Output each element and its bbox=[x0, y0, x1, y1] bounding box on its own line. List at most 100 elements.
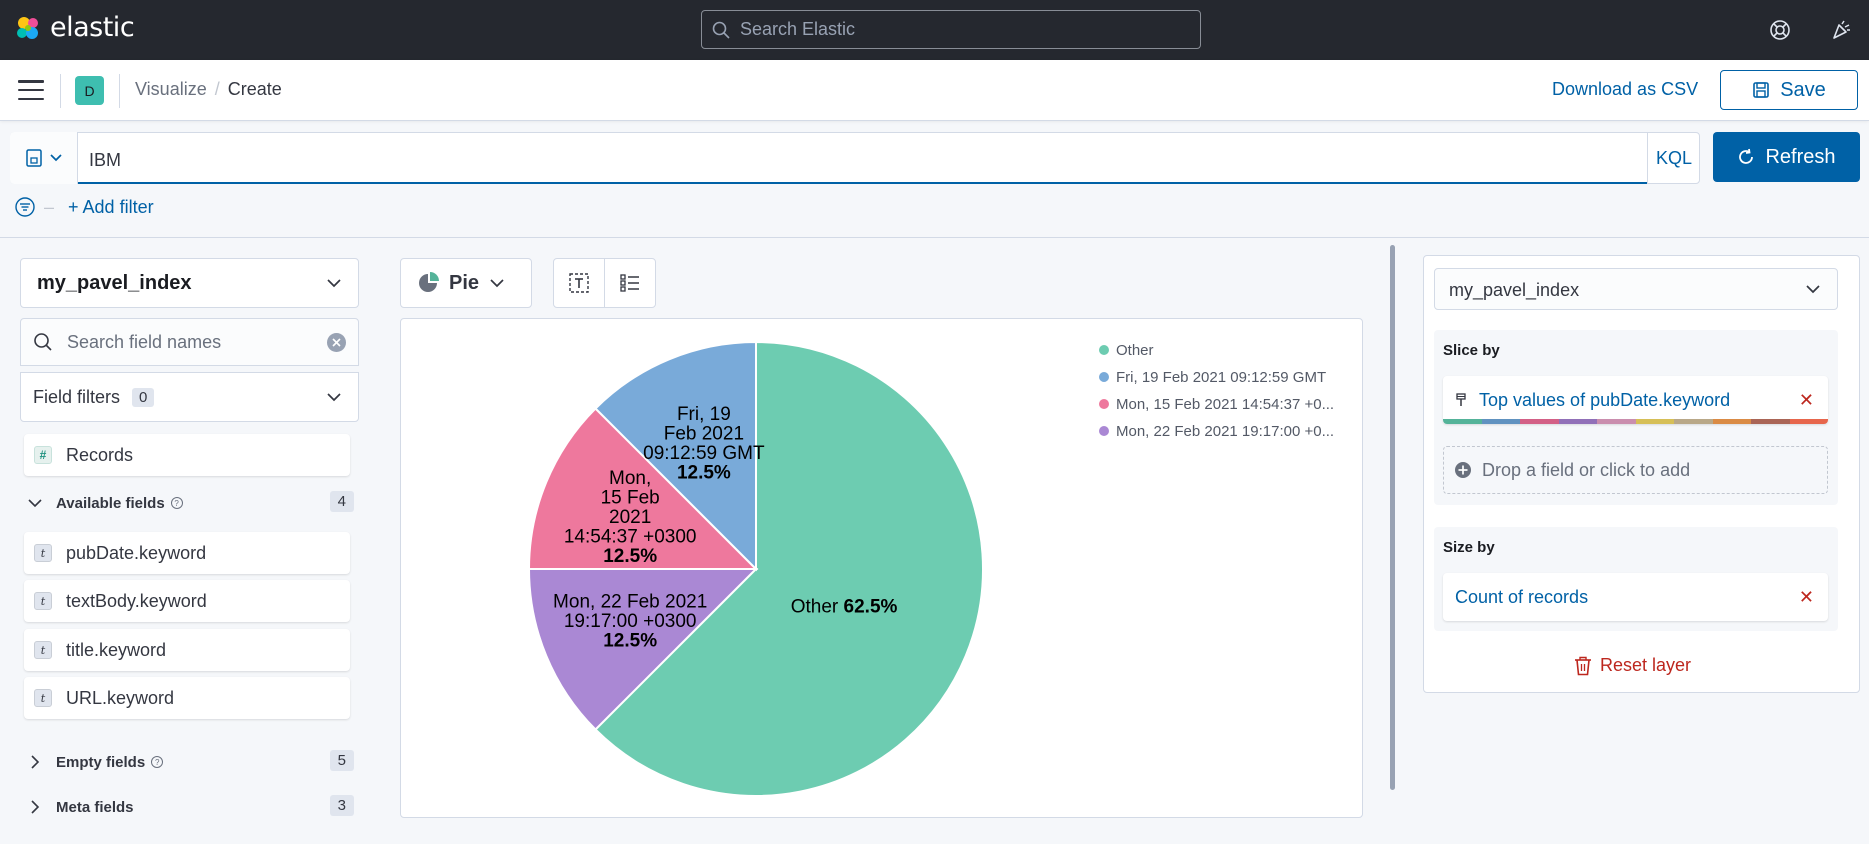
meta-fields-count: 3 bbox=[329, 795, 354, 816]
size-by-dimension[interactable]: Count of records ✕ bbox=[1443, 573, 1828, 621]
chevron-right-icon bbox=[31, 755, 40, 769]
slice-by-dimension[interactable]: Top values of pubDate.keyword ✕ bbox=[1443, 376, 1828, 424]
global-search-placeholder: Search Elastic bbox=[740, 19, 856, 39]
save-icon bbox=[1753, 82, 1770, 98]
chart-panel: Other 62.5% Mon, 22 Feb 2021 19:17:00 +030… bbox=[400, 318, 1363, 818]
legend-swatch bbox=[1099, 345, 1109, 355]
saved-query-button[interactable] bbox=[10, 132, 78, 184]
download-csv-link[interactable]: Download as CSV bbox=[1552, 79, 1698, 100]
field-name: Records bbox=[66, 444, 134, 465]
empty-fields-count: 5 bbox=[329, 750, 354, 771]
chevron-down-icon bbox=[28, 499, 42, 508]
pie-chart[interactable]: Other 62.5%Mon, 22 Feb 2021 19:17:00 +030… bbox=[401, 319, 1362, 817]
legend-label[interactable]: Other bbox=[1116, 342, 1154, 359]
field-filters-count: 0 bbox=[132, 387, 155, 407]
legend-swatch bbox=[1099, 372, 1109, 382]
layer-index-name: my_pavel_index bbox=[1449, 280, 1580, 300]
hamburger-menu-icon[interactable] bbox=[18, 80, 44, 100]
labels-toggle-button[interactable] bbox=[553, 258, 605, 308]
slice-by-group: Slice by Top values of pubDate.keyword ✕… bbox=[1434, 330, 1838, 505]
save-label: Save bbox=[1780, 78, 1826, 101]
help-lifebuoy-icon[interactable] bbox=[1766, 16, 1794, 44]
field-search-placeholder: Search field names bbox=[67, 331, 222, 352]
field-filters-button[interactable]: Field filters 0 bbox=[20, 372, 359, 422]
slice-by-label: Top values of pubDate.keyword bbox=[1479, 389, 1731, 410]
breadcrumb-create: Create bbox=[227, 79, 282, 99]
field-name: URL.keyword bbox=[66, 687, 175, 708]
chevron-down-icon bbox=[490, 279, 504, 288]
plus-in-circle-icon bbox=[1455, 462, 1471, 478]
available-fields-toggle[interactable]: Available fields ? 4 bbox=[24, 489, 354, 517]
chevron-down-icon bbox=[49, 154, 62, 162]
field-item[interactable]: t URL.keyword bbox=[24, 677, 350, 719]
newsfeed-icon[interactable] bbox=[1827, 16, 1855, 44]
refresh-label: Refresh bbox=[1765, 145, 1836, 168]
divider bbox=[119, 74, 120, 108]
palette-swatch bbox=[1789, 419, 1828, 424]
field-item[interactable]: t pubDate.keyword bbox=[24, 532, 350, 574]
slice-by-title: Slice by bbox=[1443, 342, 1500, 359]
chart-type-label: Pie bbox=[449, 271, 480, 294]
remove-dimension-icon[interactable]: ✕ bbox=[1799, 587, 1814, 608]
field-name: textBody.keyword bbox=[66, 590, 207, 611]
refresh-button[interactable]: Refresh bbox=[1713, 132, 1860, 182]
save-button[interactable]: Save bbox=[1720, 70, 1858, 110]
dropzone-label: Drop a field or click to add bbox=[1482, 459, 1691, 480]
field-item[interactable]: t title.keyword bbox=[24, 629, 350, 671]
divider bbox=[60, 74, 61, 108]
query-language-button[interactable]: KQL bbox=[1647, 132, 1700, 184]
chevron-down-icon bbox=[327, 393, 341, 402]
index-pattern-name: my_pavel_index bbox=[37, 272, 192, 294]
legend-toggle-button[interactable] bbox=[604, 258, 656, 308]
saved-query-icon bbox=[25, 149, 42, 167]
logo-text: elastic bbox=[50, 12, 135, 43]
scrollbar[interactable] bbox=[1390, 245, 1395, 790]
elastic-logo[interactable]: elastic bbox=[14, 12, 135, 43]
filter-dash: – bbox=[44, 196, 55, 217]
remove-dimension-icon[interactable]: ✕ bbox=[1799, 390, 1814, 411]
space-avatar[interactable]: D bbox=[75, 76, 104, 105]
add-field-dropzone[interactable]: Drop a field or click to add bbox=[1443, 446, 1828, 494]
palette-swatch bbox=[1443, 419, 1482, 424]
legend-label[interactable]: Fri, 19 Feb 2021 09:12:59 GMT bbox=[1116, 369, 1326, 386]
help-icon: ? bbox=[151, 756, 164, 768]
field-name: title.keyword bbox=[66, 639, 167, 660]
field-item-records[interactable]: # Records bbox=[24, 434, 350, 476]
field-item[interactable]: t textBody.keyword bbox=[24, 580, 350, 622]
string-type-icon: t bbox=[34, 592, 52, 610]
global-search-input[interactable]: Search Elastic bbox=[701, 10, 1201, 49]
clear-search-icon[interactable] bbox=[327, 333, 346, 352]
index-pattern-picker[interactable]: my_pavel_index bbox=[20, 258, 359, 308]
legend-list-icon bbox=[620, 274, 639, 292]
string-type-icon: t bbox=[34, 544, 52, 562]
size-by-title: Size by bbox=[1443, 539, 1495, 556]
breadcrumb-visualize[interactable]: Visualize bbox=[135, 79, 207, 100]
filter-row: – + Add filter bbox=[14, 196, 154, 218]
reset-layer-button[interactable]: Reset layer bbox=[1574, 655, 1691, 676]
palette-swatch bbox=[1635, 419, 1674, 424]
meta-fields-toggle[interactable]: Meta fields 3 bbox=[24, 793, 354, 821]
add-filter-button[interactable]: + Add filter bbox=[68, 197, 154, 218]
empty-fields-toggle[interactable]: Empty fields ? 5 bbox=[24, 748, 354, 776]
palette-swatch bbox=[1558, 419, 1597, 424]
field-search-input[interactable]: Search field names bbox=[20, 318, 359, 366]
filter-options-icon[interactable] bbox=[14, 196, 36, 218]
drag-handle-icon bbox=[1456, 393, 1466, 406]
size-by-label: Count of records bbox=[1455, 586, 1589, 607]
breadcrumb: Visualize / Create bbox=[135, 79, 282, 100]
size-by-group: Size by Count of records ✕ bbox=[1434, 527, 1838, 631]
palette-swatch bbox=[1712, 419, 1751, 424]
legend-label[interactable]: Mon, 22 Feb 2021 19:17:00 +0... bbox=[1116, 423, 1334, 440]
chevron-right-icon bbox=[31, 800, 40, 814]
legend-swatch bbox=[1099, 426, 1109, 436]
layer-index-picker[interactable]: my_pavel_index bbox=[1434, 268, 1838, 310]
legend-swatch bbox=[1099, 399, 1109, 409]
chart-type-switcher[interactable]: Pie bbox=[400, 258, 532, 308]
legend-label[interactable]: Mon, 15 Feb 2021 14:54:37 +0... bbox=[1116, 396, 1334, 413]
meta-fields-label: Meta fields bbox=[56, 798, 134, 816]
color-palette-strip bbox=[1443, 419, 1828, 424]
string-type-icon: t bbox=[34, 689, 52, 707]
empty-fields-label: Empty fields bbox=[56, 753, 146, 771]
search-icon bbox=[34, 333, 52, 351]
query-input[interactable]: IBM bbox=[78, 132, 1647, 184]
